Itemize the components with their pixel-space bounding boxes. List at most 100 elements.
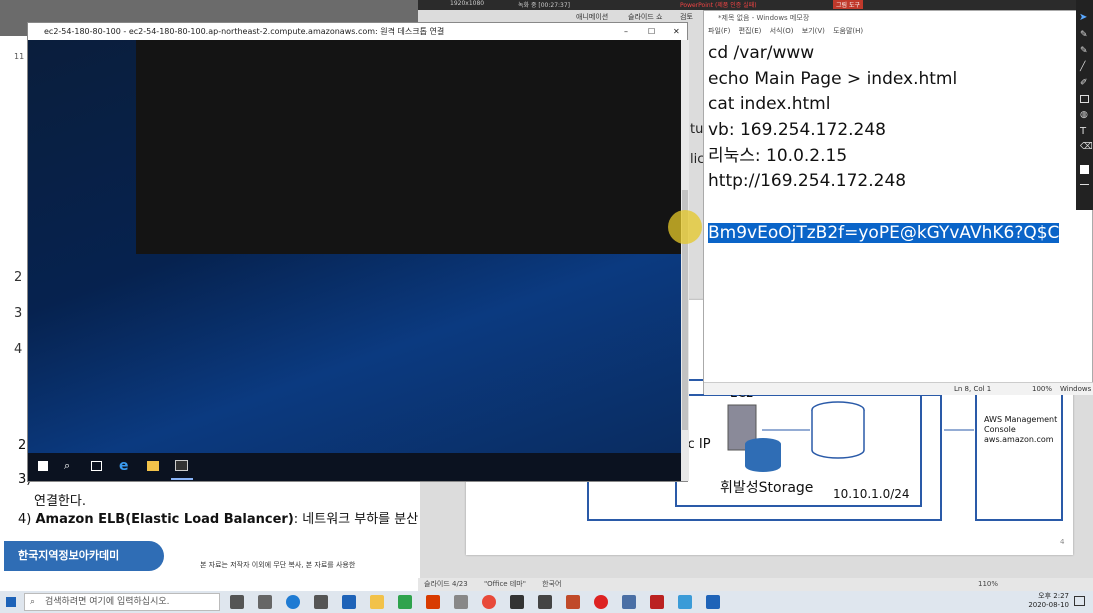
subnet-label: 10.10.1.0/24 (833, 487, 910, 501)
remote-desktop-screen[interactable]: ⌕ e (28, 40, 681, 481)
drawing-toolbar: ➤ ✎ ✎ ╱ ✐ ◍ T ⌫ (1076, 0, 1093, 210)
fill-icon[interactable] (1080, 165, 1089, 174)
pointer-icon[interactable]: ➤ (1079, 12, 1087, 23)
app-icon[interactable] (538, 595, 552, 609)
notepad-titlebar[interactable]: *제목 없음 - Windows 메모장 (704, 11, 1092, 25)
task-view-icon[interactable] (230, 595, 244, 609)
storage-cylinder (745, 444, 781, 472)
powerpoint-icon[interactable] (566, 595, 580, 609)
aws-console-line: aws.amazon.com (984, 435, 1054, 444)
windows-taskbar: ⌕ 검색하려면 여기에 입력하십시오. 오후 2:27 2020-08-10 (0, 591, 1093, 613)
virtualbox-icon[interactable] (622, 595, 636, 609)
office-icon[interactable] (426, 595, 440, 609)
rdp-title: ec2-54-180-80-100 - ec2-54-180-80-100.ap… (44, 27, 445, 36)
settings-icon[interactable] (258, 595, 272, 609)
list-number: 4) (18, 512, 36, 527)
server-manager-icon[interactable] (175, 460, 188, 471)
side-number: 4 (14, 342, 23, 357)
brush-icon[interactable]: ✐ (1080, 78, 1088, 88)
zoom-level[interactable]: 110% (978, 578, 998, 591)
notepad-text-area[interactable]: cd /var/www echo Main Page > index.html … (704, 37, 1092, 251)
ppt-title: PowerPoint (제품 인증 실패) (680, 2, 757, 9)
notification-icon[interactable] (1074, 596, 1085, 606)
zoom-level: 100% (1032, 385, 1053, 393)
ppt-statusbar: 슬라이드 4/23 "Office 테마" 한국어 110% (418, 578, 1093, 591)
edge-icon[interactable] (286, 595, 300, 609)
menu-format[interactable]: 서식(O) (770, 27, 794, 35)
drawing-tools-tab[interactable]: 그림 도구 (833, 0, 863, 9)
ie-icon[interactable]: e (119, 458, 129, 474)
remote-desktop-window[interactable]: ec2-54-180-80-100 - ec2-54-180-80-100.ap… (27, 22, 689, 482)
file-explorer-icon[interactable] (147, 461, 159, 471)
marker-icon[interactable]: ✎ (1080, 46, 1088, 56)
clock-time: 오후 2:27 (1038, 592, 1069, 600)
doc-term: Amazon ELB(Elastic Load Balancer) (35, 512, 294, 527)
app-icon[interactable] (454, 595, 468, 609)
search-icon[interactable]: ⌕ (64, 459, 70, 473)
line-icon[interactable]: ╱ (1080, 62, 1085, 72)
taskbar-search-input[interactable]: ⌕ 검색하려면 여기에 입력하십시오. (24, 593, 220, 611)
tab-slideshow[interactable]: 슬라이드 쇼 (628, 12, 662, 22)
rdp-scrollbar[interactable] (681, 40, 689, 481)
chrome-icon[interactable] (482, 595, 496, 609)
doc-text: 연결한다. (34, 494, 86, 509)
eraser-icon[interactable]: ⌫ (1080, 142, 1093, 152)
search-icon: ⌕ (30, 597, 36, 607)
doc-item-4: 4) Amazon ELB(Elastic Load Balancer): 네트… (18, 508, 418, 527)
maximize-button[interactable]: ☐ (648, 23, 655, 40)
recorder-resolution: 1920x1080 (450, 0, 485, 7)
record-icon[interactable] (594, 595, 608, 609)
clock-date: 2020-08-10 (1028, 601, 1069, 609)
side-number: 2 (14, 270, 23, 285)
search-app-icon[interactable] (314, 595, 328, 609)
file-explorer-icon[interactable] (370, 595, 384, 609)
system-clock[interactable]: 오후 2:27 2020-08-10 (1028, 592, 1069, 610)
line-width-icon[interactable] (1080, 184, 1089, 185)
app-icon[interactable] (678, 595, 692, 609)
app-icon[interactable] (650, 595, 664, 609)
windows-start-icon[interactable] (38, 461, 48, 471)
cursor-position: Ln 8, Col 1 (954, 385, 992, 393)
app-icon[interactable] (398, 595, 412, 609)
rectangle-icon[interactable] (1080, 95, 1089, 103)
slide-fragment: tu (690, 122, 704, 137)
text-line: vb: 169.254.172.248 (708, 120, 886, 141)
menu-help[interactable]: 도움말(H) (833, 27, 863, 35)
storage-label: 휘발성Storage (720, 480, 814, 496)
shape-icon[interactable]: ◍ (1080, 110, 1088, 120)
text-line: cat index.html (708, 94, 831, 115)
menu-view[interactable]: 보기(V) (802, 27, 825, 35)
task-view-icon[interactable] (91, 461, 102, 471)
mail-icon[interactable] (342, 595, 356, 609)
tab-review[interactable]: 검토 (680, 12, 693, 22)
remote-taskbar: ⌕ e (28, 453, 681, 481)
doc-text: : 네트워크 부하를 분산 (293, 512, 419, 527)
notepad-statusbar: Ln 8, Col 1 100% Windows (704, 382, 1093, 395)
tab-animation[interactable]: 애니메이션 (576, 12, 608, 22)
cursor-highlight (668, 210, 702, 244)
aws-console-line: Console (984, 425, 1016, 434)
recorder-bar: 1920x1080 녹화 중 [00:27:37] PowerPoint (제품… (418, 0, 1093, 10)
close-button[interactable]: ✕ (673, 23, 680, 40)
store-icon[interactable] (510, 595, 524, 609)
selected-password-line: Bm9vEoOjTzB2f=yoPE@kGYvAVhK6?Q$C (708, 222, 1060, 243)
notepad-title: *제목 없음 - Windows 메모장 (718, 14, 810, 22)
pen-icon[interactable]: ✎ (1080, 30, 1088, 40)
text-line: 리눅스: 10.0.2.15 (708, 145, 848, 166)
academy-badge: 한국지역정보아카데미 (4, 541, 164, 571)
active-indicator (171, 478, 193, 480)
text-line: http://169.254.172.248 (708, 171, 907, 192)
minimize-button[interactable]: – (624, 23, 628, 40)
aws-console-line: AWS Management (984, 415, 1058, 424)
side-number: 3 (14, 306, 23, 321)
menu-file[interactable]: 파일(F) (708, 27, 730, 35)
slide-page-number: 4 (1060, 538, 1065, 546)
menu-edit[interactable]: 편집(E) (739, 27, 762, 35)
remote-black-window (136, 40, 681, 254)
text-icon[interactable]: T (1080, 126, 1086, 137)
notepad-window[interactable]: *제목 없음 - Windows 메모장 파일(F) 편집(E) 서식(O) 보… (703, 10, 1093, 395)
start-icon[interactable] (6, 597, 16, 607)
remote-desktop-icon[interactable] (706, 595, 720, 609)
rdp-titlebar[interactable]: ec2-54-180-80-100 - ec2-54-180-80-100.ap… (28, 23, 687, 40)
text-line: cd /var/www (708, 43, 815, 63)
